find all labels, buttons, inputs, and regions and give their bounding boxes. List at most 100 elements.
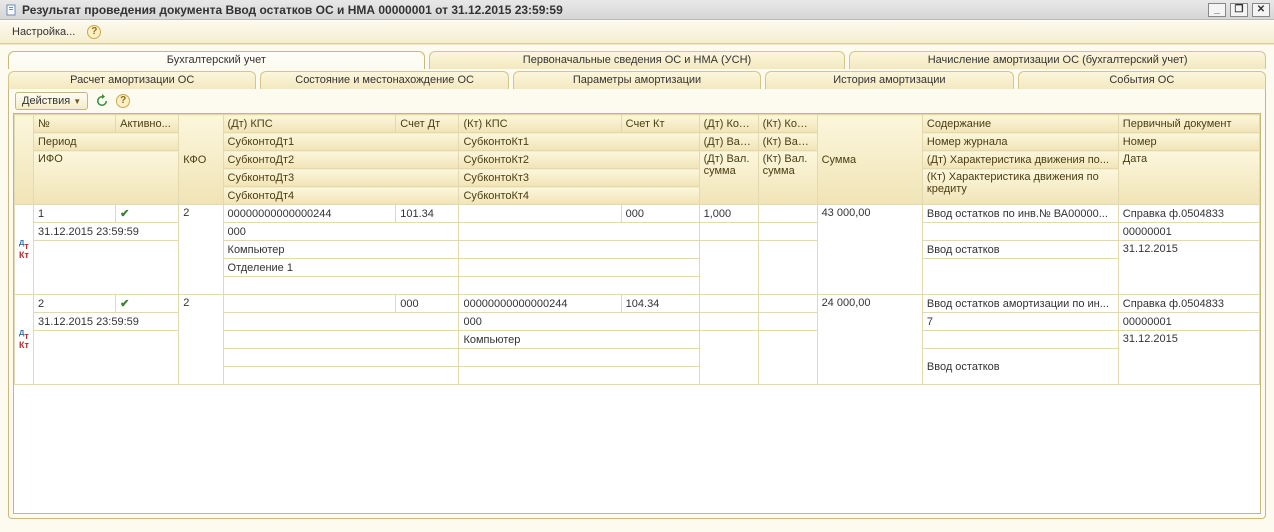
col-dt-char[interactable]: (Дт) Характеристика движения по... bbox=[922, 151, 1118, 169]
maximize-button[interactable]: ❐ bbox=[1230, 3, 1248, 17]
tab-perv-sved[interactable]: Первоначальные сведения ОС и НМА (УСН) bbox=[429, 51, 846, 69]
cell-sub-dt2 bbox=[223, 331, 459, 349]
col-sub-kt3[interactable]: СубконтоКт3 bbox=[459, 169, 699, 187]
col-doc-date[interactable]: Дата bbox=[1118, 151, 1259, 205]
cell-journal: 7 bbox=[922, 313, 1118, 331]
col-sub-dt2[interactable]: СубконтоДт2 bbox=[223, 151, 459, 169]
col-doc[interactable]: Первичный документ bbox=[1118, 115, 1259, 133]
panel-toolbar: Действия ▼ ? bbox=[9, 89, 1265, 113]
settings-menu[interactable]: Настройка... bbox=[6, 24, 81, 40]
col-sub-dt4[interactable]: СубконтоДт4 bbox=[223, 187, 459, 205]
cell-dt-kps: 00000000000000244 bbox=[223, 205, 396, 223]
col-kfo[interactable]: КФО bbox=[179, 115, 223, 205]
cell-sub-dt4 bbox=[223, 367, 459, 385]
row-marker-icon: ДтКт bbox=[15, 205, 34, 295]
cell-sub-dt3 bbox=[223, 349, 459, 367]
col-sub-dt3[interactable]: СубконтоДт3 bbox=[223, 169, 459, 187]
cell-sub-dt4 bbox=[223, 277, 459, 295]
tab-sobytiya[interactable]: События ОС bbox=[1018, 71, 1266, 89]
cell-sub-kt4 bbox=[459, 277, 699, 295]
help-icon[interactable]: ? bbox=[87, 25, 101, 39]
cell-sub-kt3 bbox=[459, 259, 699, 277]
check-icon: ✔ bbox=[120, 298, 129, 310]
col-dt-qty[interactable]: (Дт) Коли... bbox=[699, 115, 758, 133]
cell-content: Ввод остатков по инв.№ ВА00000... bbox=[922, 205, 1118, 223]
col-journal[interactable]: Номер журнала bbox=[922, 133, 1118, 151]
cell-dt-valsum bbox=[699, 331, 758, 385]
panel-help-icon[interactable]: ? bbox=[116, 94, 130, 108]
grid-body: ДтКт 1 ✔ 2 00000000000000244 101.34 000 … bbox=[15, 205, 1260, 385]
cell-kt-val bbox=[758, 223, 817, 241]
col-period[interactable]: Период bbox=[33, 133, 178, 151]
col-kt-valsum[interactable]: (Кт) Вал. сумма bbox=[758, 151, 817, 205]
cell-doc: Справка ф.0504833 bbox=[1118, 205, 1259, 223]
col-kt-acct[interactable]: Счет Кт bbox=[621, 115, 699, 133]
cell-kt-acct: 104.34 bbox=[621, 295, 699, 313]
table-row[interactable]: ДтКт 2 ✔ 2 000 00000000000000244 104.34 … bbox=[15, 295, 1260, 313]
cell-dt-qty bbox=[699, 295, 758, 313]
cell-dt-val bbox=[699, 223, 758, 241]
cell-sub-kt2 bbox=[459, 241, 699, 259]
refresh-icon[interactable] bbox=[94, 93, 110, 109]
tab-param-amort[interactable]: Параметры амортизации bbox=[513, 71, 761, 89]
col-sub-kt4[interactable]: СубконтоКт4 bbox=[459, 187, 699, 205]
table-row[interactable]: ДтКт 1 ✔ 2 00000000000000244 101.34 000 … bbox=[15, 205, 1260, 223]
col-dt-acct[interactable]: Счет Дт bbox=[396, 115, 459, 133]
menubar: Настройка... ? bbox=[0, 20, 1274, 44]
col-content[interactable]: Содержание bbox=[922, 115, 1118, 133]
tab-bukh-uchet[interactable]: Бухгалтерский учет bbox=[8, 51, 425, 69]
col-ifo[interactable]: ИФО bbox=[33, 151, 178, 205]
cell-dt-valsum bbox=[699, 241, 758, 295]
col-kt-qty[interactable]: (Кт) Коли... bbox=[758, 115, 817, 133]
tab-sostoyanie[interactable]: Состояние и местонахождение ОС bbox=[260, 71, 508, 89]
cell-dt-val bbox=[699, 313, 758, 331]
col-dt-val[interactable]: (Дт) Валю... bbox=[699, 133, 758, 151]
minimize-button[interactable]: _ bbox=[1208, 3, 1226, 17]
cell-ifo bbox=[33, 241, 178, 295]
cell-kt-valsum bbox=[758, 241, 817, 295]
cell-journal bbox=[922, 223, 1118, 241]
cell-doc-date: 31.12.2015 bbox=[1118, 241, 1259, 295]
col-sub-dt1[interactable]: СубконтоДт1 bbox=[223, 133, 459, 151]
col-sub-kt2[interactable]: СубконтоКт2 bbox=[459, 151, 699, 169]
cell-sub-dt1 bbox=[223, 313, 459, 331]
grid-header: № Активно... КФО (Дт) КПС Счет Дт (Кт) К… bbox=[15, 115, 1260, 205]
cell-kt-char: Ввод остатков bbox=[922, 349, 1118, 385]
cell-kt-qty bbox=[758, 205, 817, 223]
col-dt-kps[interactable]: (Дт) КПС bbox=[223, 115, 396, 133]
tab-istoriya-amort[interactable]: История амортизации bbox=[765, 71, 1013, 89]
cell-sub-dt1: 000 bbox=[223, 223, 459, 241]
cell-doc-date: 31.12.2015 bbox=[1118, 331, 1259, 385]
tab-raschet-amort[interactable]: Расчет амортизации ОС bbox=[8, 71, 256, 89]
cell-sub-kt4 bbox=[459, 367, 699, 385]
cell-num: 2 bbox=[33, 295, 115, 313]
document-icon bbox=[6, 4, 18, 16]
cell-doc-num: 00000001 bbox=[1118, 313, 1259, 331]
cell-num: 1 bbox=[33, 205, 115, 223]
cell-sum: 24 000,00 bbox=[817, 295, 922, 385]
col-kt-char[interactable]: (Кт) Характеристика движения по кредиту bbox=[922, 169, 1118, 205]
actions-button[interactable]: Действия ▼ bbox=[15, 92, 88, 110]
col-num[interactable]: № bbox=[33, 115, 115, 133]
col-kt-val[interactable]: (Кт) Валю... bbox=[758, 133, 817, 151]
cell-dt-char: Ввод остатков bbox=[922, 241, 1118, 259]
col-dt-valsum[interactable]: (Дт) Вал. сумма bbox=[699, 151, 758, 205]
cell-active: ✔ bbox=[116, 295, 179, 313]
close-button[interactable]: ✕ bbox=[1252, 3, 1270, 17]
col-sum[interactable]: Сумма bbox=[817, 115, 922, 205]
window-title: Результат проведения документа Ввод оста… bbox=[22, 3, 563, 17]
tab-nach-amort[interactable]: Начисление амортизации ОС (бухгалтерский… bbox=[849, 51, 1266, 69]
col-kt-kps[interactable]: (Кт) КПС bbox=[459, 115, 621, 133]
row-marker-icon: ДтКт bbox=[15, 295, 34, 385]
cell-period: 31.12.2015 23:59:59 bbox=[33, 223, 178, 241]
cell-sub-dt3: Отделение 1 bbox=[223, 259, 459, 277]
col-marker[interactable] bbox=[15, 115, 34, 205]
cell-dt-qty: 1,000 bbox=[699, 205, 758, 223]
tab-panel: Действия ▼ ? № Акти bbox=[8, 89, 1266, 519]
cell-kt-kps bbox=[459, 205, 621, 223]
col-active[interactable]: Активно... bbox=[116, 115, 179, 133]
col-sub-kt1[interactable]: СубконтоКт1 bbox=[459, 133, 699, 151]
col-doc-num[interactable]: Номер bbox=[1118, 133, 1259, 151]
cell-doc-num: 00000001 bbox=[1118, 223, 1259, 241]
data-grid[interactable]: № Активно... КФО (Дт) КПС Счет Дт (Кт) К… bbox=[13, 113, 1261, 514]
